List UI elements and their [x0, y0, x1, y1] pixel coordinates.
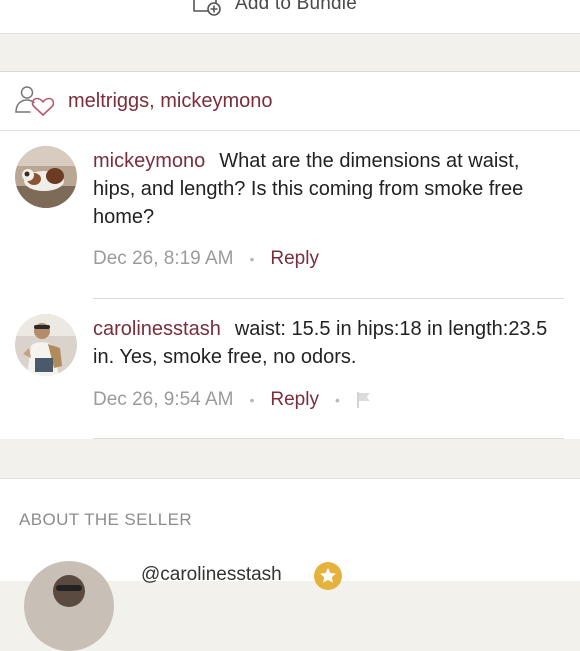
avatar-dog-photo [15, 146, 77, 208]
reply-button[interactable]: Reply [270, 248, 319, 270]
comment-divider [93, 438, 564, 439]
seller-avatar[interactable] [24, 561, 114, 651]
add-to-bundle-bar[interactable]: Add to Bundle [0, 0, 580, 34]
avatar[interactable] [15, 146, 77, 208]
seller-avatar-photo [24, 561, 114, 651]
liker-link[interactable]: meltriggs [68, 90, 149, 112]
comment-divider [93, 298, 564, 299]
comment-timestamp: Dec 26, 8:19 AM [93, 248, 234, 269]
comment-timestamp: Dec 26, 9:54 AM [93, 389, 234, 410]
likes-user-list: meltriggs, mickeymono [68, 90, 273, 113]
add-to-bundle-button[interactable]: Add to Bundle [192, 0, 357, 16]
meta-separator-dot: • [249, 251, 255, 267]
about-seller-section: ABOUT THE SELLER @carolinesstash [0, 478, 580, 651]
comment-meta: Dec 26, 8:19 AM • Reply [93, 248, 319, 270]
comment-text-block: mickeymono What are the dimensions at wai… [93, 147, 563, 231]
comment-username[interactable]: mickeymono [93, 150, 205, 172]
meta-separator-dot: • [249, 392, 255, 408]
flag-icon[interactable] [356, 391, 372, 409]
star-badge-icon [314, 562, 342, 590]
avatar-seller-photo [15, 314, 77, 376]
liker-link[interactable]: mickeymono [160, 90, 272, 112]
about-seller-heading: ABOUT THE SELLER [19, 510, 192, 529]
seller-handle-link[interactable]: @carolinesstash [141, 564, 282, 586]
reply-button[interactable]: Reply [270, 389, 319, 411]
comment-meta: Dec 26, 9:54 AM • Reply • [93, 389, 372, 411]
likes-heart-user-icon [15, 86, 54, 116]
liker-separator: , [149, 89, 161, 112]
comment-text-block: carolinesstash waist: 15.5 in hips:18 in … [93, 315, 563, 371]
bundle-add-icon [193, 0, 221, 16]
comments-section: mickeymono What are the dimensions at wai… [0, 131, 580, 439]
likes-row: meltriggs, mickeymono [0, 71, 580, 131]
meta-separator-dot: • [334, 392, 340, 408]
avatar[interactable] [15, 314, 77, 376]
comment-username[interactable]: carolinesstash [93, 318, 221, 340]
add-to-bundle-label: Add to Bundle [235, 0, 357, 14]
